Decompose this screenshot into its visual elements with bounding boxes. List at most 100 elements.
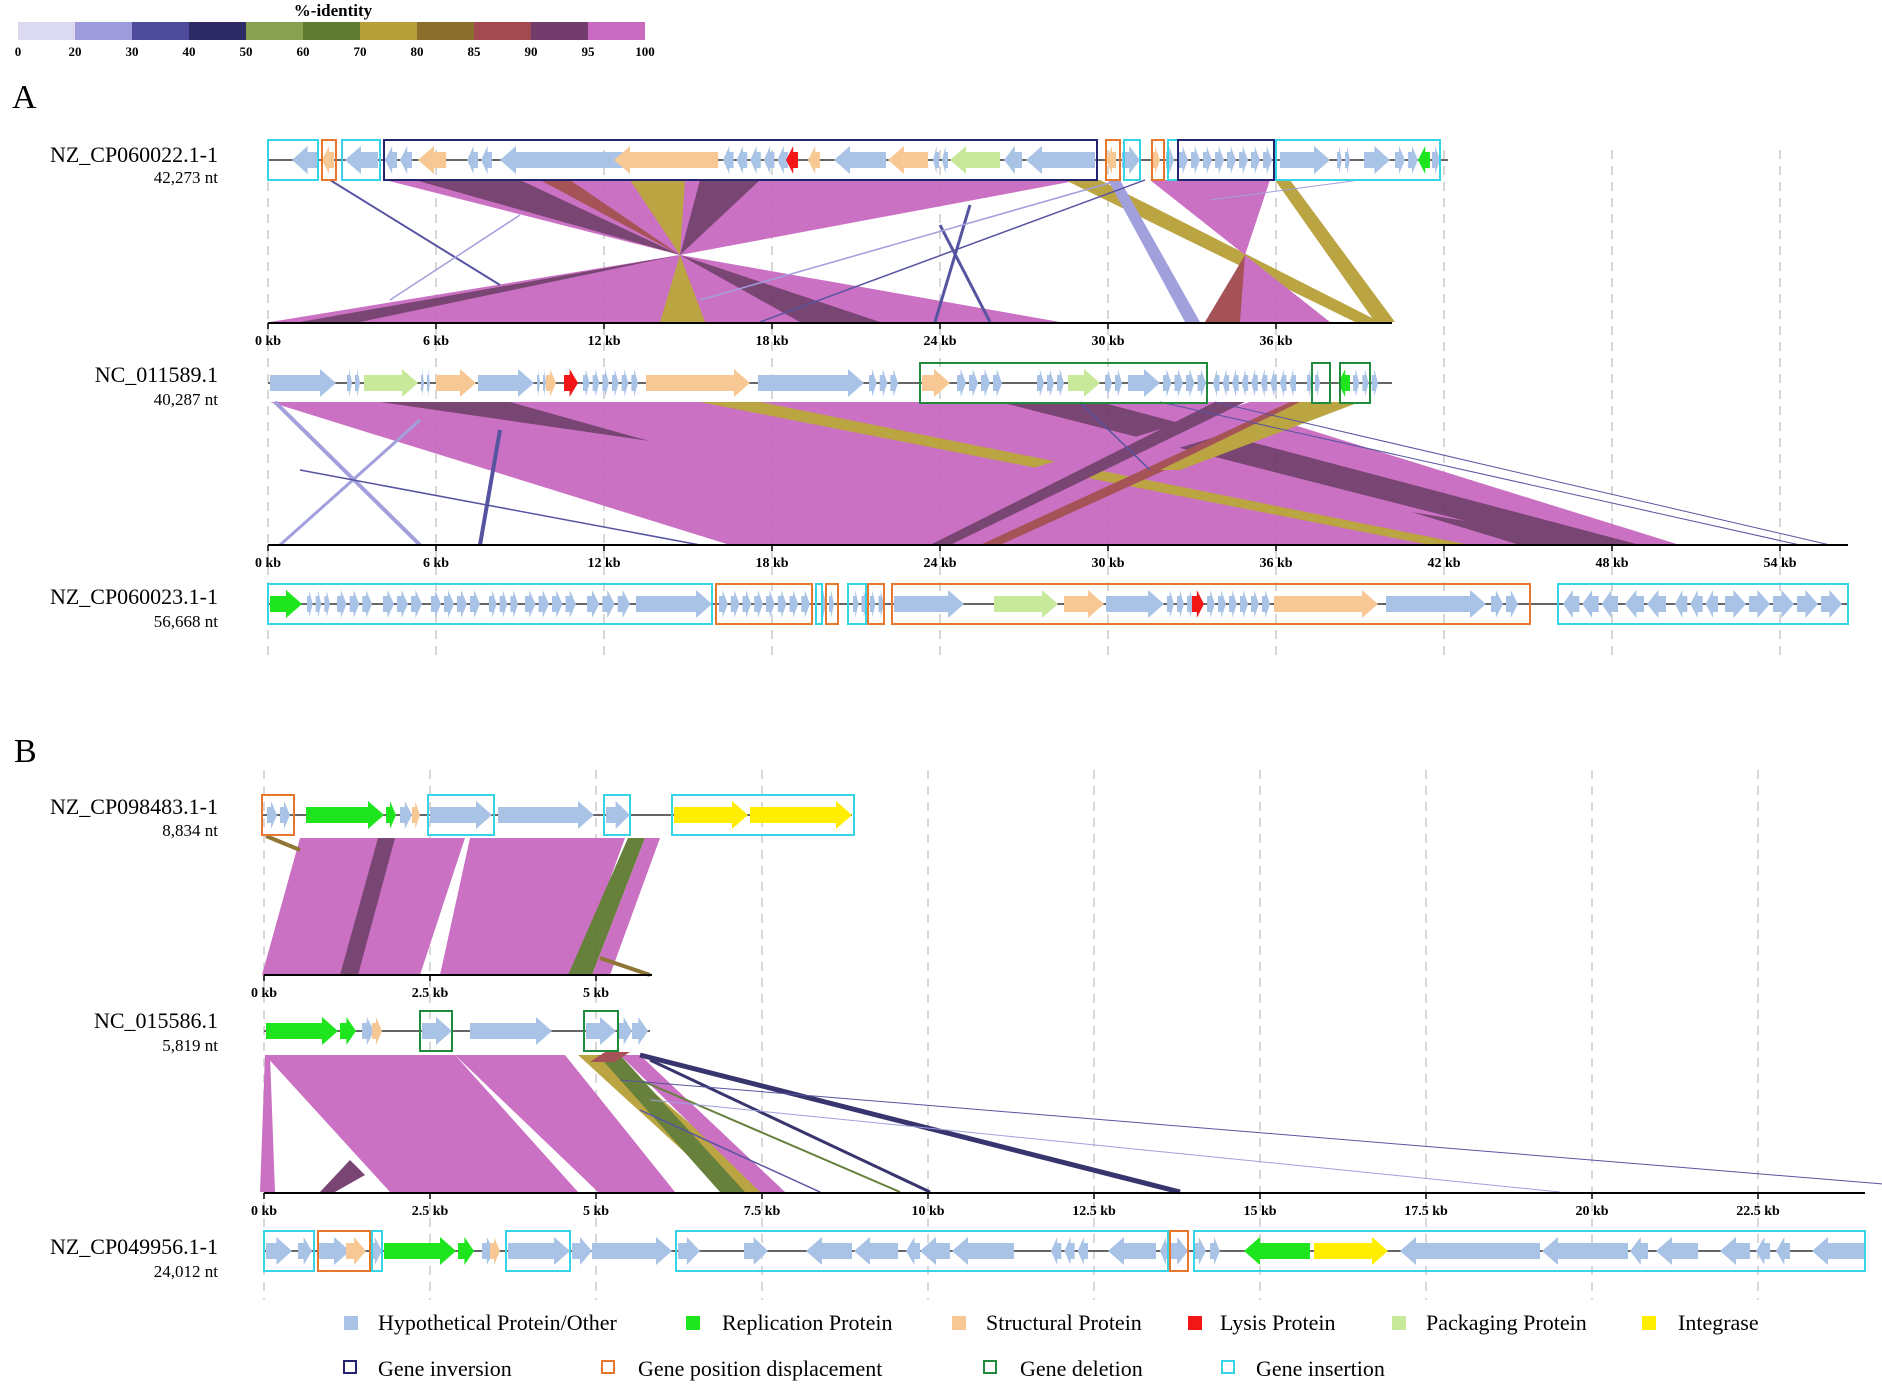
gene-arrow [1057, 369, 1064, 397]
gene-arrow [498, 801, 594, 829]
gene-arrow [808, 146, 820, 174]
colorbar-tick-label: 60 [297, 44, 310, 59]
gene-arrow [1192, 590, 1204, 618]
gene-arrow [754, 590, 763, 618]
axis-tick-label: 2.5 kb [412, 986, 449, 1001]
gene-arrow [1337, 146, 1342, 174]
scale-axis-a1: 0 kb 6 kb 12 kb 18 kb 24 kb 30 kb 36 kb [255, 322, 1392, 349]
axis-tick-label: 42 kb [1427, 556, 1460, 571]
gene-arrow [306, 801, 384, 829]
gene-arrow [337, 590, 347, 618]
gene-arrow [922, 369, 950, 397]
gene-arrow [906, 1237, 920, 1265]
legend-swatch [344, 1316, 358, 1330]
gene-arrow [1239, 146, 1248, 174]
gene-arrow [1491, 590, 1503, 618]
legend-item-insertion: Gene insertion [1221, 1356, 1385, 1381]
legend-box [1221, 1360, 1235, 1374]
gene-arrow [538, 590, 549, 618]
track-size: 42,273 nt [154, 168, 219, 187]
gene-arrow [1174, 369, 1183, 397]
gene-arrow [777, 590, 787, 618]
gene-arrow [385, 146, 397, 174]
gene-arrow [525, 590, 536, 618]
gene-arrow [565, 590, 576, 618]
genome-track [264, 1010, 650, 1052]
gene-arrow [614, 146, 718, 174]
gene-arrow [355, 369, 360, 397]
gene-arrow [1105, 369, 1112, 397]
legend-box [601, 1360, 615, 1374]
legend-label: Packaging Protein [1426, 1310, 1587, 1335]
gene-arrow [481, 146, 492, 174]
colorbar-segment [303, 22, 360, 40]
legend-label: Integrase [1678, 1310, 1759, 1335]
colorbar-segment [417, 22, 474, 40]
gene-arrow [1395, 146, 1405, 174]
colorbar-tick-label: 95 [582, 44, 596, 59]
axis-tick-label: 20 kb [1575, 1204, 1608, 1219]
gene-arrow [879, 369, 888, 397]
track-size: 40,287 nt [154, 390, 219, 409]
gene-arrow [888, 146, 928, 174]
synteny-ribbons-b2 [260, 1052, 1882, 1195]
gene-arrow [742, 590, 752, 618]
gene-arrow [552, 590, 563, 618]
gene-arrow [1210, 1237, 1220, 1265]
track-size: 56,668 nt [154, 612, 219, 631]
legend-label: Gene insertion [1256, 1356, 1385, 1381]
gene-arrow [1364, 146, 1390, 174]
gene-arrow [890, 369, 898, 397]
legend-item-integrase: Integrase [1642, 1310, 1759, 1335]
gene-arrow [631, 369, 638, 397]
axis-tick-label: 17.5 kb [1404, 1204, 1448, 1219]
colorbar-segment [18, 22, 75, 40]
identity-colorbar: %-identity 0 20 30 40 50 60 70 80 85 90 95 100 [15, 1, 655, 59]
gene-arrow [744, 1237, 768, 1265]
gene-arrow [1229, 590, 1237, 618]
axis-tick-label: 30 kb [1091, 334, 1124, 349]
track-name: NZ_CP098483.1-1 [50, 794, 218, 819]
gene-arrow [730, 590, 740, 618]
gene-arrow [418, 146, 446, 174]
gene-arrow [1400, 1237, 1540, 1265]
scale-axis-b1: 0 kb 2.5 kb 5 kb [251, 974, 652, 1001]
legend-label: Lysis Protein [1220, 1310, 1336, 1335]
gene-arrow [397, 590, 408, 618]
gene-arrow [457, 590, 467, 618]
colorbar-tick-label: 90 [525, 44, 538, 59]
legend: Hypothetical Protein/Other Replication P… [343, 1310, 1759, 1381]
gene-arrow [1432, 146, 1440, 174]
axis-tick-label: 18 kb [755, 334, 788, 349]
gene-arrow [280, 801, 290, 829]
legend-box [343, 1360, 357, 1374]
gene-arrow [602, 590, 615, 618]
gene-arrow [789, 590, 799, 618]
gene-arrow [1386, 590, 1486, 618]
gene-arrow [1582, 590, 1599, 618]
gene-arrow [400, 801, 412, 829]
gene-arrow [292, 146, 318, 174]
colorbar-title: %-identity [294, 1, 373, 20]
gene-arrow [1675, 590, 1688, 618]
legend-item-structural: Structural Protein [952, 1310, 1142, 1335]
gene-arrow [1232, 369, 1239, 397]
gene-arrow [1194, 1237, 1206, 1265]
genome-track [267, 139, 1448, 181]
gene-arrow [436, 369, 476, 397]
gene-arrow [801, 590, 810, 618]
synteny-ribbons-b1 [262, 834, 660, 977]
gene-arrow [1720, 1237, 1750, 1265]
axis-tick-label: 0 kb [255, 556, 281, 571]
legend-swatch [1188, 1316, 1202, 1330]
gene-arrow [969, 369, 978, 397]
gene-arrow [1215, 146, 1224, 174]
legend-item-deletion: Gene deletion [983, 1356, 1143, 1381]
gene-arrow [1630, 1237, 1648, 1265]
gene-arrow [422, 1017, 452, 1045]
gene-arrow [307, 590, 313, 618]
gene-arrow [736, 146, 748, 174]
colorbar-segment [75, 22, 132, 40]
gene-arrow [993, 369, 1002, 397]
gene-arrow [1222, 369, 1230, 397]
